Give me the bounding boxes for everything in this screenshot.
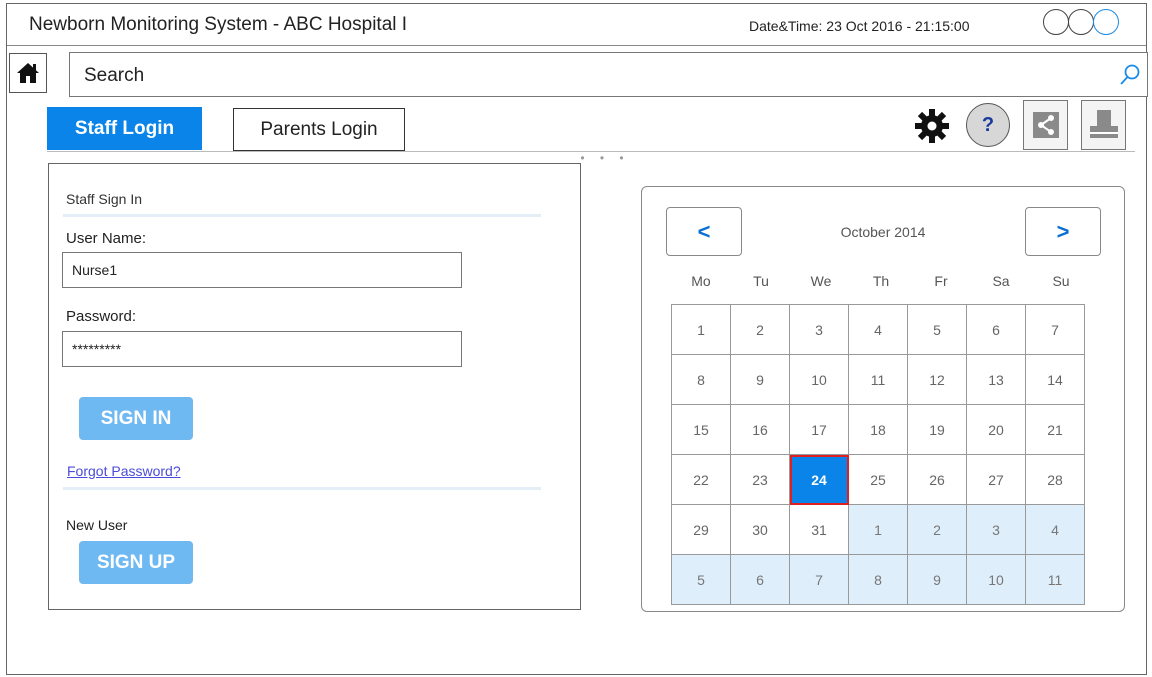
share-button[interactable] <box>1023 100 1068 150</box>
calendar-day[interactable]: 9 <box>730 354 790 405</box>
calendar-day[interactable]: 26 <box>907 454 967 505</box>
calendar-day-next-month[interactable]: 3 <box>966 504 1026 555</box>
datetime-display: Date&Time: 23 Oct 2016 - 21:15:00 <box>749 18 970 34</box>
settings-gear-icon[interactable] <box>914 108 950 144</box>
window-circle-button-2[interactable] <box>1068 9 1094 35</box>
calendar-week-row: 15 16 17 18 19 20 21 <box>671 404 1085 455</box>
search-placeholder: Search <box>84 65 145 86</box>
divider <box>63 487 541 490</box>
calendar-day[interactable]: 13 <box>966 354 1026 405</box>
weekday-header: Th <box>872 273 890 289</box>
calendar-day[interactable]: 3 <box>789 304 849 355</box>
calendar-day[interactable]: 25 <box>848 454 908 505</box>
sign-up-button[interactable]: SIGN UP <box>79 541 193 584</box>
calendar-week-row: 8 9 10 11 12 13 14 <box>671 354 1085 405</box>
window-circle-button-3[interactable] <box>1093 9 1119 35</box>
print-button[interactable] <box>1081 100 1126 150</box>
calendar-week-row: 22 23 24 25 26 27 28 <box>671 454 1085 505</box>
calendar-day[interactable]: 10 <box>789 354 849 405</box>
calendar-day[interactable]: 12 <box>907 354 967 405</box>
title-bar: Newborn Monitoring System - ABC Hospital… <box>7 4 1146 46</box>
username-label: User Name: <box>66 230 147 247</box>
calendar-day[interactable]: 11 <box>848 354 908 405</box>
calendar-day[interactable]: 21 <box>1025 404 1085 455</box>
calendar-day[interactable]: 1 <box>671 304 731 355</box>
weekday-header: Mo <box>691 273 711 289</box>
calendar-day[interactable]: 20 <box>966 404 1026 455</box>
calendar-day[interactable]: 6 <box>966 304 1026 355</box>
share-icon <box>1032 112 1059 138</box>
weekday-header: Su <box>1052 273 1070 289</box>
calendar-grid: 1 2 3 4 5 6 7 8 9 10 11 12 13 14 15 16 1… <box>671 304 1085 605</box>
divider <box>63 214 541 217</box>
help-button[interactable]: ? <box>966 103 1010 147</box>
calendar-day-next-month[interactable]: 9 <box>907 554 967 605</box>
calendar-day-next-month[interactable]: 6 <box>730 554 790 605</box>
new-user-label: New User <box>66 517 128 533</box>
calendar-day[interactable]: 22 <box>671 454 731 505</box>
sign-in-button[interactable]: SIGN IN <box>79 397 193 440</box>
password-label: Password: <box>66 308 137 325</box>
calendar-day[interactable]: 31 <box>789 504 849 555</box>
calendar-day-next-month[interactable]: 7 <box>789 554 849 605</box>
search-input[interactable]: Search <box>69 52 1148 97</box>
app-title: Newborn Monitoring System - ABC Hospital… <box>29 14 408 35</box>
calendar-next-button[interactable]: > <box>1025 207 1101 256</box>
calendar-day[interactable]: 16 <box>730 404 790 455</box>
calendar-day[interactable]: 23 <box>730 454 790 505</box>
home-button[interactable] <box>9 53 47 93</box>
tab-staff-login[interactable]: Staff Login <box>47 107 202 150</box>
password-field[interactable]: ********* <box>62 331 462 367</box>
calendar-day-next-month[interactable]: 10 <box>966 554 1026 605</box>
calendar-week-row: 1 2 3 4 5 6 7 <box>671 304 1085 355</box>
calendar-day[interactable]: 8 <box>671 354 731 405</box>
calendar-day[interactable]: 30 <box>730 504 790 555</box>
calendar-day[interactable]: 14 <box>1025 354 1085 405</box>
username-field[interactable]: Nurse1 <box>62 252 462 288</box>
calendar-week-row: 29 30 31 1 2 3 4 <box>671 504 1085 555</box>
calendar-day[interactable]: 5 <box>907 304 967 355</box>
calendar-day-selected[interactable]: 24 <box>789 454 849 505</box>
calendar-day[interactable]: 7 <box>1025 304 1085 355</box>
help-icon: ? <box>981 113 995 136</box>
calendar-day[interactable]: 19 <box>907 404 967 455</box>
tab-parents-login[interactable]: Parents Login <box>233 108 405 151</box>
calendar-week-row: 5 6 7 8 9 10 11 <box>671 554 1085 605</box>
calendar-widget: < October 2014 > Mo Tu We Th Fr Sa Su 1 … <box>641 186 1125 612</box>
calendar-day[interactable]: 2 <box>730 304 790 355</box>
forgot-password-link[interactable]: Forgot Password? <box>67 463 181 479</box>
chevron-right-icon: > <box>1056 218 1070 244</box>
calendar-day-next-month[interactable]: 5 <box>671 554 731 605</box>
weekday-header: We <box>810 273 832 289</box>
app-window: Newborn Monitoring System - ABC Hospital… <box>6 3 1148 675</box>
print-icon <box>1089 110 1118 138</box>
calendar-day-next-month[interactable]: 4 <box>1025 504 1085 555</box>
weekday-header: Fr <box>934 273 948 289</box>
calendar-day-next-month[interactable]: 11 <box>1025 554 1085 605</box>
calendar-day-next-month[interactable]: 2 <box>907 504 967 555</box>
search-icon[interactable] <box>1119 63 1141 87</box>
home-icon <box>17 63 39 83</box>
panel-splitter-handle[interactable]: • • • <box>575 152 635 164</box>
staff-sign-in-heading: Staff Sign In <box>66 191 143 207</box>
calendar-day[interactable]: 28 <box>1025 454 1085 505</box>
weekday-header: Sa <box>992 273 1010 289</box>
calendar-day[interactable]: 17 <box>789 404 849 455</box>
calendar-day-next-month[interactable]: 1 <box>848 504 908 555</box>
calendar-day[interactable]: 18 <box>848 404 908 455</box>
calendar-day[interactable]: 4 <box>848 304 908 355</box>
calendar-day-next-month[interactable]: 8 <box>848 554 908 605</box>
calendar-day[interactable]: 15 <box>671 404 731 455</box>
calendar-day[interactable]: 29 <box>671 504 731 555</box>
calendar-day[interactable]: 27 <box>966 454 1026 505</box>
weekday-header: Tu <box>753 273 769 289</box>
staff-login-panel: Staff Sign In User Name: Nurse1 Password… <box>48 163 581 610</box>
window-circle-button-1[interactable] <box>1043 9 1069 35</box>
